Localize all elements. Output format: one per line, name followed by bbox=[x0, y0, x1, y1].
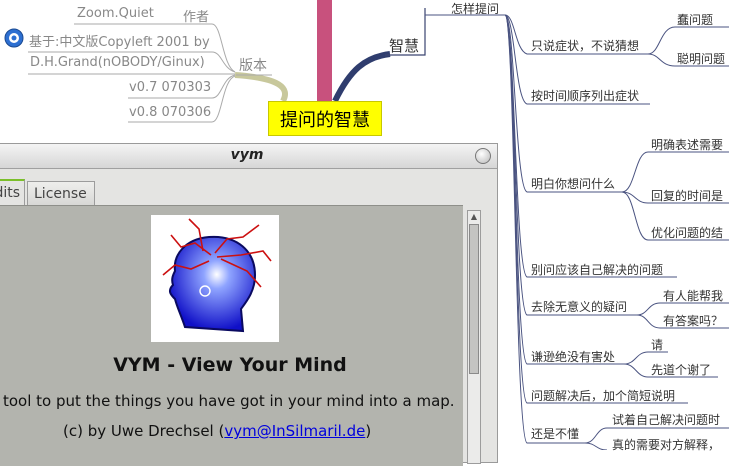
left-branch-link bbox=[234, 72, 288, 103]
credits-scrollbar[interactable]: ▲ bbox=[467, 210, 481, 464]
node-dont-understand[interactable]: 还是不懂 bbox=[531, 425, 579, 442]
tab-credits-label: dits bbox=[0, 185, 20, 201]
vym-head-logo bbox=[151, 215, 279, 342]
node-symptoms[interactable]: 只说症状，不说猜想 bbox=[531, 37, 639, 54]
node-polite[interactable]: 谦逊绝没有害处 bbox=[531, 348, 615, 365]
author-suffix: ) bbox=[365, 422, 372, 440]
node-how-to-ask[interactable]: 怎样提问 bbox=[451, 0, 499, 17]
dialog-title: vym bbox=[230, 147, 264, 163]
dialog-titlebar[interactable]: vym bbox=[0, 144, 497, 169]
node-no-pointless-child[interactable]: 有答案吗？ bbox=[663, 312, 723, 329]
trunk-stem bbox=[317, 0, 332, 102]
node-no-pointless[interactable]: 去除无意义的疑问 bbox=[531, 298, 627, 315]
scroll-up-icon[interactable]: ▲ bbox=[468, 211, 480, 223]
center-node-label: 提问的智慧 bbox=[280, 109, 370, 131]
tab-license-label: License bbox=[34, 185, 87, 202]
based-on-line: 基于:中文版Copyleft 2001 by bbox=[29, 35, 210, 50]
node-dont-understand-child[interactable]: 真的需要对方解释， bbox=[612, 436, 720, 453]
right-branch-link bbox=[332, 51, 391, 103]
node-dont-understand-child[interactable]: 试着自己解决问题时 bbox=[612, 411, 720, 428]
scrollbar-thumb[interactable] bbox=[469, 224, 479, 374]
node-clarify-child[interactable]: 明确表述需要 bbox=[651, 136, 723, 153]
center-node[interactable]: 提问的智慧 bbox=[268, 101, 382, 136]
about-dialog: vym dits License bbox=[0, 143, 498, 466]
node-chronological[interactable]: 按时间顺序列出症状 bbox=[531, 87, 639, 104]
node-no-pointless-child[interactable]: 有人能帮我 bbox=[663, 287, 723, 304]
node-thanks[interactable]: 先道个谢了 bbox=[651, 361, 711, 378]
author-prefix: (c) by Uwe Drechsel ( bbox=[63, 422, 225, 440]
globe-icon bbox=[4, 28, 24, 48]
author-line: (c) by Uwe Drechsel (vym@InSilmaril.de) bbox=[63, 422, 371, 440]
app-name: VYM - View Your Mind bbox=[113, 354, 347, 376]
branch-wisdom[interactable]: 智慧 bbox=[389, 35, 419, 56]
translator-name: Zoom.Quiet bbox=[77, 6, 154, 21]
node-please[interactable]: 请 bbox=[651, 336, 663, 353]
version-item: v0.8 070306 bbox=[129, 105, 212, 120]
version-label: 版本 bbox=[239, 58, 267, 74]
credits-pane: VYM - View Your Mind tool to put the thi… bbox=[0, 205, 463, 466]
node-clarify-child[interactable]: 优化问题的结 bbox=[651, 224, 723, 241]
node-after-solved[interactable]: 问题解决后，加个简短说明 bbox=[531, 387, 675, 404]
based-on-author: D.H.Grand(nOBODY/Ginux) bbox=[30, 55, 205, 70]
close-icon[interactable] bbox=[475, 148, 491, 164]
node-smart-question[interactable]: 聪明问题 bbox=[677, 50, 725, 67]
node-clarify[interactable]: 明白你想问什么 bbox=[531, 175, 615, 192]
app-description: tool to put the things you have got in y… bbox=[3, 392, 455, 410]
version-item: v0.7 070303 bbox=[129, 80, 212, 95]
translator-role: 作者 bbox=[183, 10, 210, 25]
node-solve-yourself[interactable]: 别问应该自己解决的问题 bbox=[531, 261, 663, 278]
node-clarify-child[interactable]: 回复的时间是 bbox=[651, 187, 723, 204]
author-email-link[interactable]: vym@InSilmaril.de bbox=[224, 422, 365, 440]
node-stupid-question[interactable]: 蠢问题 bbox=[677, 11, 713, 28]
tab-credits[interactable]: dits bbox=[0, 179, 25, 205]
tab-license[interactable]: License bbox=[27, 181, 95, 205]
